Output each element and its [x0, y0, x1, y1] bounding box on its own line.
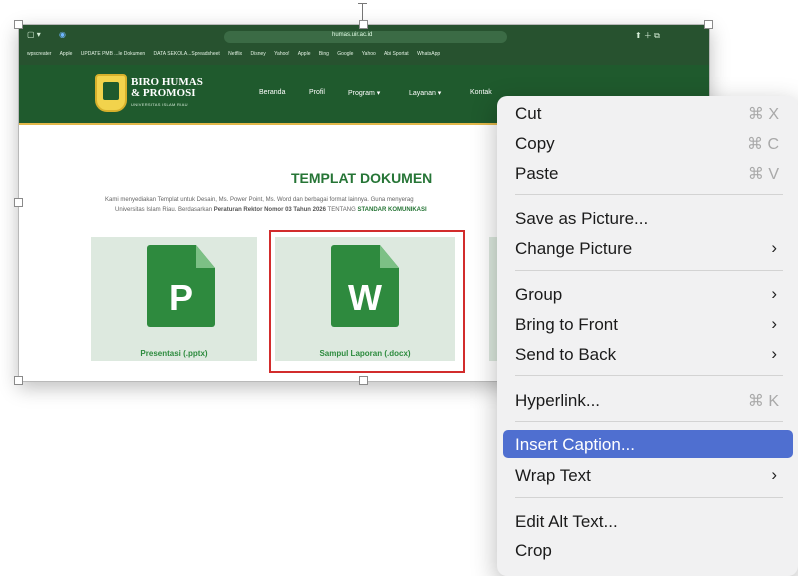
favorite-item[interactable]: UPDATE PMB ...le Dokumen [81, 51, 145, 57]
menu-item-group[interactable]: Group › [503, 280, 793, 308]
shortcut: ⌘ V [747, 166, 779, 183]
favorite-item[interactable]: Bing [319, 51, 329, 57]
chevron-right-icon: › [771, 314, 777, 333]
menu-label: Save as Picture... [515, 209, 649, 228]
menu-item-save-as-picture[interactable]: Save as Picture... [503, 204, 793, 232]
shortcut: ⌘ C [747, 136, 779, 153]
page-title: TEMPLAT DOKUMEN [291, 170, 433, 186]
menu-label: Group [515, 285, 563, 304]
resize-handle[interactable] [359, 376, 368, 385]
menu-item-paste[interactable]: Paste ⌘ V [503, 159, 793, 187]
favorite-item[interactable]: Apple [298, 51, 311, 57]
rotate-handle[interactable] [358, 3, 367, 4]
favorite-item[interactable]: Google [337, 51, 353, 57]
menu-item-cut[interactable]: Cut ⌘ X [503, 99, 793, 127]
menu-label: Paste [515, 164, 559, 183]
context-menu: Cut ⌘ X Copy ⌘ C Paste ⌘ V Save as Picture.… [497, 96, 798, 576]
menu-item-edit-alt-text[interactable]: Edit Alt Text... [503, 507, 793, 535]
menu-label: Send to Back [515, 345, 617, 364]
brand-line-2: & PROMOSI [131, 87, 196, 99]
intro-text: Kami menyediakan Templat untuk Desain, M… [105, 197, 414, 203]
menu-item-change-picture[interactable]: Change Picture › [503, 234, 793, 262]
menu-label: Bring to Front [515, 315, 618, 334]
file-icon-letter: P [168, 277, 193, 318]
resize-handle[interactable] [14, 376, 23, 385]
favorite-item[interactable]: DATA SEKOLA...Spreadsheet [154, 51, 220, 57]
resize-handle[interactable] [704, 20, 713, 29]
nav-layanan[interactable]: Layanan ▾ [409, 89, 441, 97]
favorite-item[interactable]: WhatsApp [417, 51, 440, 57]
menu-item-bring-to-front[interactable]: Bring to Front › [503, 310, 793, 338]
university-logo-icon [95, 74, 127, 112]
chevron-right-icon: › [771, 465, 777, 484]
menu-item-copy[interactable]: Copy ⌘ C [503, 129, 793, 157]
menu-separator [515, 375, 783, 376]
menu-item-hyperlink[interactable]: Hyperlink... ⌘ K [503, 386, 793, 414]
menu-separator [515, 421, 783, 422]
menu-label: Hyperlink... [515, 391, 601, 410]
url-text: humas.uir.ac.id [332, 32, 373, 38]
favorite-item[interactable]: Apple [60, 51, 73, 57]
shortcut: ⌘ K [747, 393, 779, 410]
resize-handle[interactable] [359, 20, 368, 29]
intro-part: Universitas Islam Riau. Berdasarkan [115, 207, 214, 213]
menu-label: Edit Alt Text... [515, 512, 618, 531]
shortcut: ⌘ X [747, 106, 779, 123]
menu-label: Cut [515, 104, 542, 123]
chevron-right-icon: › [771, 238, 777, 257]
menu-separator [515, 270, 783, 271]
browser-toolbar: ▢ ▾ ◉ humas.uir.ac.id ⬆ ＋ ⧉ wpscreater A… [19, 25, 709, 65]
regulation-link[interactable]: Peraturan Rektor Nomor 03 Tahun 2026 [214, 207, 326, 213]
favorite-item[interactable]: Yahoo [362, 51, 376, 57]
nav-kontak[interactable]: Kontak [470, 89, 492, 96]
standard-link[interactable]: STANDAR KOMUNIKASI [357, 207, 426, 213]
menu-label: Copy [515, 134, 555, 153]
nav-program[interactable]: Program ▾ [348, 89, 380, 97]
favorite-item[interactable]: Disney [250, 51, 265, 57]
chevron-right-icon: › [771, 344, 777, 363]
menu-separator [515, 194, 783, 195]
nav-profil[interactable]: Profil [309, 89, 325, 96]
menu-label: Insert Caption... [515, 435, 636, 454]
chevron-right-icon: › [771, 284, 777, 303]
resize-handle[interactable] [14, 20, 23, 29]
menu-item-insert-caption[interactable]: Insert Caption... [503, 430, 793, 458]
site-brand: BIRO HUMAS & PROMOSI [131, 77, 203, 99]
card-label: Presentasi (.pptx) [140, 349, 208, 358]
brand-subtitle: UNIVERSITAS ISLAM RIAU [131, 102, 188, 107]
favorites-bar: wpscreater Apple UPDATE PMB ...le Dokume… [27, 51, 447, 57]
favorite-item[interactable]: Yahoo! [274, 51, 289, 57]
intro-text-2: Universitas Islam Riau. Berdasarkan Pera… [115, 207, 427, 213]
favorite-item[interactable]: Netflix [228, 51, 242, 57]
intro-part: TENTANG [325, 207, 358, 213]
resize-handle[interactable] [14, 198, 23, 207]
menu-item-crop[interactable]: Crop [503, 536, 793, 564]
favorite-item[interactable]: Abi Sportat [384, 51, 409, 57]
highlight-box [269, 230, 465, 373]
nav-beranda[interactable]: Beranda [259, 89, 285, 96]
menu-item-send-to-back[interactable]: Send to Back › [503, 340, 793, 368]
safari-icon: ◉ [59, 30, 66, 39]
address-bar[interactable]: humas.uir.ac.id [224, 31, 507, 43]
menu-label: Change Picture [515, 239, 633, 258]
menu-label: Wrap Text [515, 466, 591, 485]
share-icon: ⬆ ＋ ⧉ [635, 31, 660, 40]
menu-label: Crop [515, 541, 552, 560]
menu-separator [515, 497, 783, 498]
template-card-pptx[interactable]: P Presentasi (.pptx) [91, 237, 257, 361]
favorite-item[interactable]: wpscreater [27, 51, 51, 57]
menu-item-wrap-text[interactable]: Wrap Text › [503, 461, 793, 489]
sidebar-icon: ▢ ▾ [27, 30, 41, 39]
